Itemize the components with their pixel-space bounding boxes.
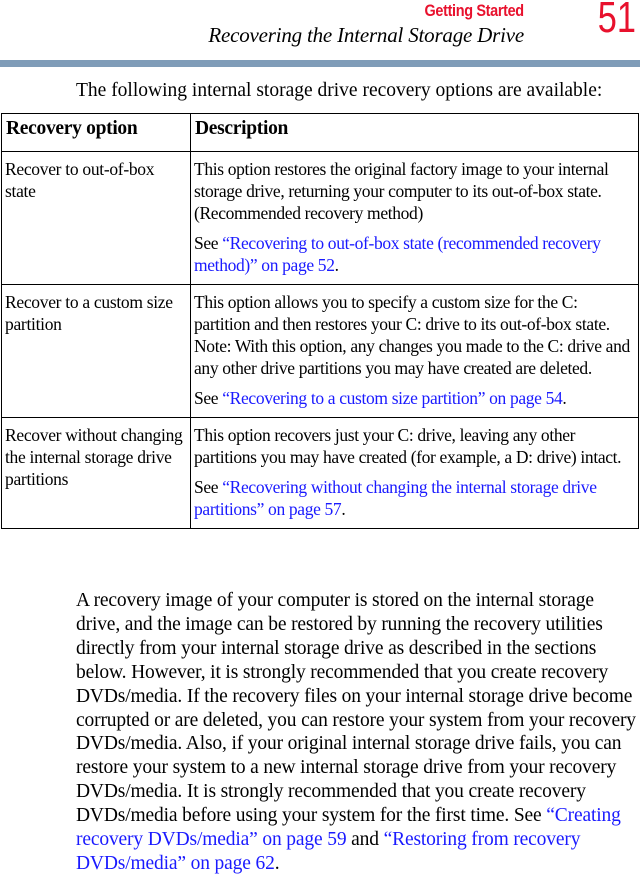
column-header-description: Description bbox=[190, 113, 639, 152]
body-text-end: . bbox=[274, 852, 280, 874]
period: . bbox=[562, 388, 567, 408]
cross-reference-link[interactable]: “Recovering without changing the interna… bbox=[194, 477, 597, 519]
description-text: This option restores the original factor… bbox=[194, 159, 609, 223]
option-cell: Recover to out-of-box state bbox=[1, 151, 191, 285]
description-text: This option allows you to specify a cust… bbox=[194, 292, 630, 378]
cross-reference-link[interactable]: “Recovering to a custom size partition” … bbox=[222, 388, 563, 408]
table-header-row: Recovery option Description bbox=[1, 113, 639, 152]
period: . bbox=[334, 255, 339, 275]
body-text-and: and bbox=[346, 829, 384, 851]
chapter-subtitle: Recovering the Internal Storage Drive bbox=[208, 23, 524, 47]
page-number: 51 bbox=[597, 0, 636, 42]
page-header: Getting Started Recovering the Internal … bbox=[0, 0, 640, 60]
see-reference: See “Recovering to a custom size partiti… bbox=[194, 387, 635, 409]
period: . bbox=[341, 499, 346, 519]
table-row: Recover without changing the internal st… bbox=[1, 417, 639, 529]
option-cell: Recover to a custom size partition bbox=[1, 284, 191, 418]
see-reference: See “Recovering without changing the int… bbox=[194, 476, 635, 520]
cross-reference-link[interactable]: “Recovering to out-of-box state (recomme… bbox=[194, 233, 601, 275]
column-header-option: Recovery option bbox=[1, 113, 191, 152]
description-text: This option recovers just your C: drive,… bbox=[194, 425, 622, 467]
description-cell: This option recovers just your C: drive,… bbox=[190, 417, 639, 529]
table-row: Recover to out-of-box state This option … bbox=[1, 151, 639, 285]
see-label: See bbox=[194, 477, 223, 497]
header-divider-bar bbox=[0, 60, 640, 67]
description-cell: This option allows you to specify a cust… bbox=[190, 284, 639, 418]
body-text: A recovery image of your computer is sto… bbox=[76, 590, 636, 827]
body-paragraph: A recovery image of your computer is sto… bbox=[76, 589, 638, 876]
see-reference: See “Recovering to out-of-box state (rec… bbox=[194, 232, 635, 276]
recovery-options-table: Recovery option Description Recover to o… bbox=[1, 113, 639, 529]
intro-text: The following internal storage drive rec… bbox=[76, 80, 603, 101]
option-cell: Recover without changing the internal st… bbox=[1, 417, 191, 529]
description-cell: This option restores the original factor… bbox=[190, 151, 639, 285]
see-label: See bbox=[194, 388, 223, 408]
see-label: See bbox=[194, 233, 223, 253]
table-row: Recover to a custom size partition This … bbox=[1, 284, 639, 418]
section-title: Getting Started bbox=[424, 1, 525, 20]
